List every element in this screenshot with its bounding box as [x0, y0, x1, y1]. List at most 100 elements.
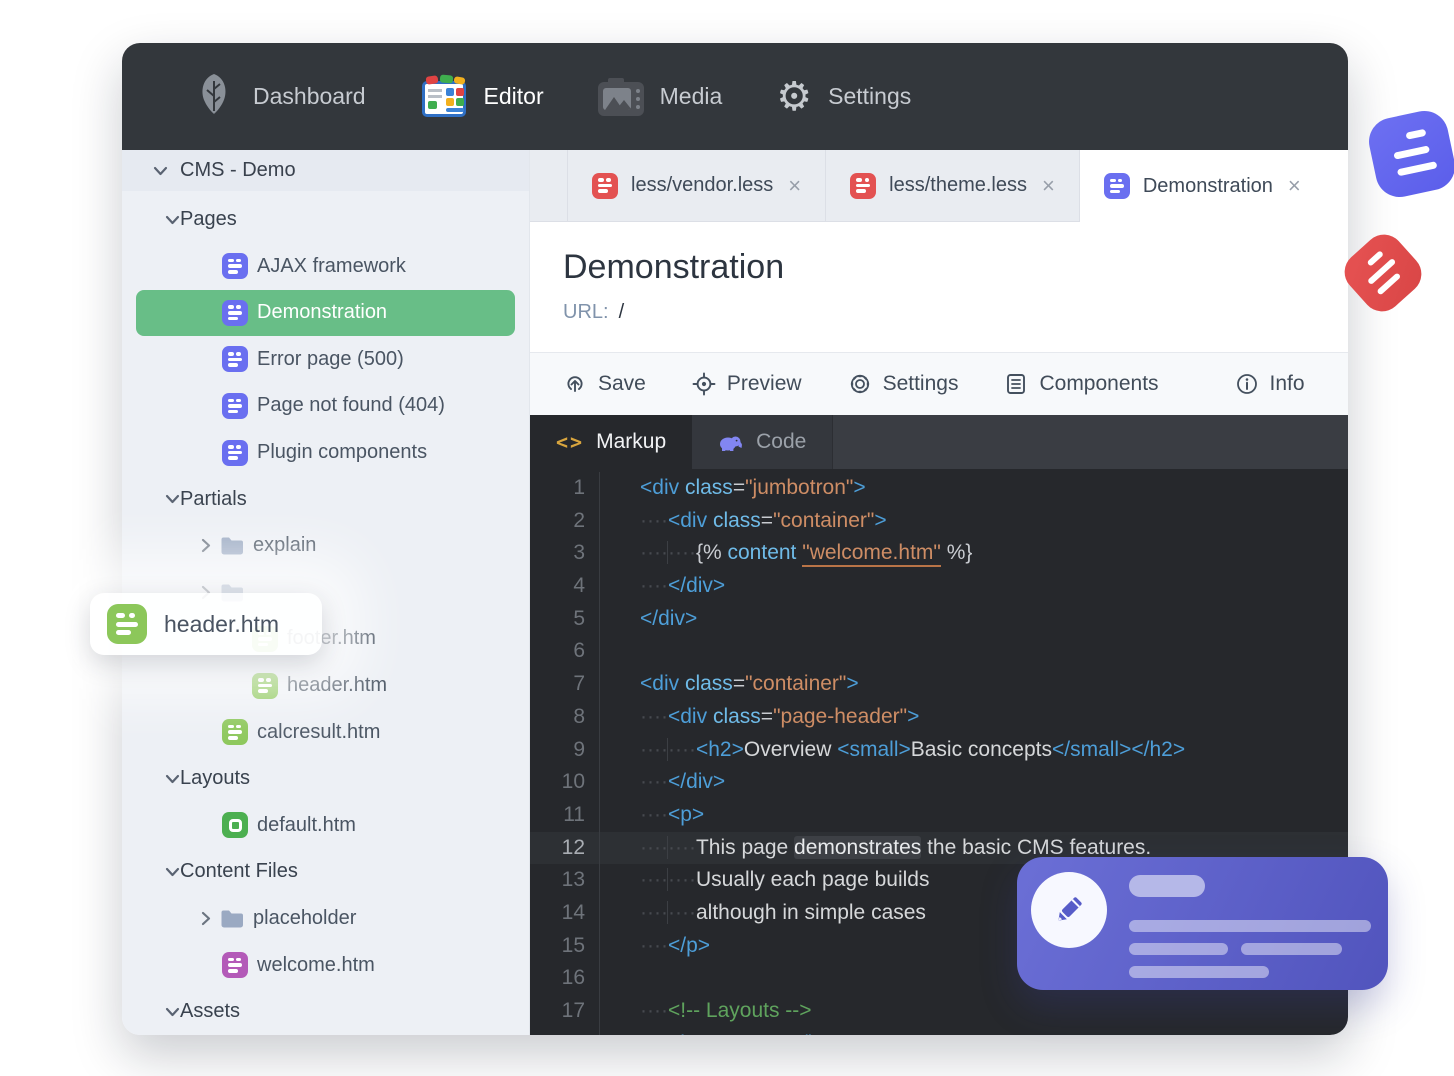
- chevron-down-icon: [164, 867, 180, 877]
- code-token: =: [732, 476, 746, 499]
- document-header: Demonstration URL: /: [530, 222, 1348, 352]
- code-line-text: ········{% content "welcome.htm" %}: [600, 537, 972, 570]
- code-token: the basic CMS features.: [921, 835, 1152, 859]
- tree-item-default-htm[interactable]: default.htm: [136, 802, 515, 849]
- code-token: ····: [640, 802, 668, 826]
- folder-icon: [220, 908, 244, 929]
- code-token: ····: [666, 737, 696, 761]
- code-token: =: [732, 672, 746, 696]
- tree-file-label: welcome.htm: [257, 953, 375, 976]
- editor-tab-label: Code: [756, 430, 807, 453]
- card-skeleton-bar: [1129, 920, 1371, 932]
- tree-item-plugin-components[interactable]: Plugin components: [136, 429, 515, 476]
- drag-ghost[interactable]: header.htm: [90, 593, 322, 655]
- editor-tabs: <> Markup Code: [530, 415, 1348, 469]
- close-icon[interactable]: ×: [1286, 173, 1301, 199]
- pencil-icon: [1031, 872, 1107, 948]
- tree-section-pages[interactable]: Pages: [136, 196, 515, 243]
- code-line-2[interactable]: 2 ····<div class="container">: [530, 504, 1348, 538]
- code-line-1[interactable]: 1 <div class="jumbotron">: [530, 472, 1348, 505]
- code-token: <h2>: [668, 1032, 716, 1035]
- close-icon[interactable]: ×: [786, 173, 801, 199]
- close-icon[interactable]: ×: [1040, 173, 1055, 199]
- line-number: 7: [530, 668, 600, 701]
- nav-item-settings[interactable]: ⚙ Settings: [749, 43, 938, 150]
- components-doc-icon: [1004, 372, 1028, 396]
- code-line-11[interactable]: 11 ····<p>: [530, 798, 1348, 832]
- markup-brackets-icon: <>: [556, 430, 585, 454]
- nav-item-label: Settings: [828, 83, 912, 109]
- code-line-17[interactable]: 17 ····<!-- Layouts -->: [530, 995, 1348, 1028]
- tree-item-demonstration[interactable]: Demonstration: [136, 289, 515, 337]
- code-line-7[interactable]: 7 <div class="container">: [530, 668, 1348, 701]
- editor-tab-label: Markup: [596, 430, 667, 453]
- code-line-text: ········although in simple cases: [600, 897, 926, 930]
- settings-gear-icon: ⚙: [776, 74, 813, 119]
- tree-item-welcome-htm[interactable]: welcome.htm: [136, 942, 515, 989]
- toolbar-settings-button[interactable]: Settings: [848, 372, 958, 396]
- tree-item-error-page-500-[interactable]: Error page (500): [136, 336, 515, 383]
- code-token: <div: [667, 704, 708, 728]
- line-number: 17: [530, 995, 600, 1028]
- doc-tab-demonstration[interactable]: Demonstration ×: [1079, 150, 1348, 222]
- sidebar-header[interactable]: CMS - Demo: [122, 150, 529, 192]
- line-number: 8: [530, 700, 600, 734]
- tree-section-assets[interactable]: Assets: [136, 988, 515, 1035]
- nav-item-media[interactable]: Media: [571, 43, 750, 150]
- tree-item-page-not-found-404-[interactable]: Page not found (404): [136, 383, 515, 430]
- doc-tab-less-theme-less[interactable]: less/theme.less ×: [826, 150, 1080, 222]
- code-line-text: ····</p>: [600, 930, 710, 963]
- code-token: "jumbotron": [745, 476, 854, 499]
- toolbar-preview-button[interactable]: Preview: [692, 372, 802, 396]
- code-token: </div>: [667, 574, 726, 598]
- code-token: demonstrates: [794, 835, 922, 859]
- tree-section-content-files[interactable]: Content Files: [136, 849, 515, 896]
- tabstrip-spacer: [530, 150, 568, 222]
- tree-item-calcresult-htm[interactable]: calcresult.htm: [136, 709, 515, 756]
- code-line-8[interactable]: 8 ····<div class="page-header">: [530, 700, 1348, 734]
- code-line-3[interactable]: 3 ········{% content "welcome.htm" %}: [530, 537, 1348, 571]
- tree-section-layouts[interactable]: Layouts: [136, 755, 515, 802]
- chevron-down-icon: [152, 166, 168, 176]
- code-token: ····: [640, 770, 668, 794]
- document-tabs: less/vendor.less × less/theme.less × Demonst…: [530, 150, 1348, 222]
- doc-tab-less-vendor-less[interactable]: less/vendor.less ×: [568, 150, 827, 222]
- code-token: Layouts: [716, 1032, 790, 1035]
- editor-tab-code[interactable]: Code: [692, 415, 834, 469]
- toolbar-info-button[interactable]: Info: [1235, 372, 1305, 396]
- code-token: although in simple cases: [695, 900, 926, 924]
- code-line-4[interactable]: 4 ····</div>: [530, 570, 1348, 603]
- drag-ghost-label: header.htm: [164, 610, 280, 637]
- page-purple-icon: [222, 439, 248, 466]
- toolbar-components-button[interactable]: Components: [1004, 372, 1159, 396]
- code-line-18[interactable]: 18····<h2>Layouts</h2>: [530, 1027, 1348, 1035]
- code-line-text: ····</div>: [600, 766, 725, 799]
- code-token: =: [760, 704, 774, 728]
- page-purple-icon: [222, 346, 248, 373]
- page-purple-icon: [222, 392, 248, 419]
- toolbar-save-button[interactable]: Save: [563, 372, 646, 396]
- card-skeleton-bar: [1241, 943, 1342, 955]
- tree-folder-label: explain: [253, 534, 317, 557]
- line-number: 1: [530, 472, 600, 505]
- nav-item-editor[interactable]: Editor: [393, 43, 571, 150]
- code-token: ····: [640, 574, 668, 598]
- tree-section-partials[interactable]: Partials: [136, 476, 515, 523]
- code-token: ····: [666, 868, 696, 892]
- code-token: >: [907, 704, 920, 728]
- tree-item-explain[interactable]: explain: [136, 522, 515, 569]
- toolbar-button-label: Preview: [726, 372, 802, 395]
- tree-item-header-htm[interactable]: header.htm: [136, 662, 515, 709]
- save-upload-icon: [563, 372, 587, 396]
- editor-tab-markup[interactable]: <> Markup: [530, 415, 693, 469]
- code-line-6[interactable]: 6: [530, 635, 1348, 669]
- media-camera-icon: [597, 77, 644, 116]
- code-line-10[interactable]: 10 ····</div>: [530, 766, 1348, 799]
- decor-bar: [1393, 145, 1431, 160]
- tree-item-ajax-framework[interactable]: AJAX framework: [136, 243, 515, 290]
- code-token: "container": [773, 508, 875, 532]
- code-line-9[interactable]: 9 ········<h2>Overview <small>Basic conce…: [530, 733, 1348, 767]
- tree-item-placeholder[interactable]: placeholder: [136, 895, 515, 942]
- code-line-5[interactable]: 5 </div>: [530, 602, 1348, 636]
- nav-item-dashboard[interactable]: Dashboard: [164, 43, 393, 150]
